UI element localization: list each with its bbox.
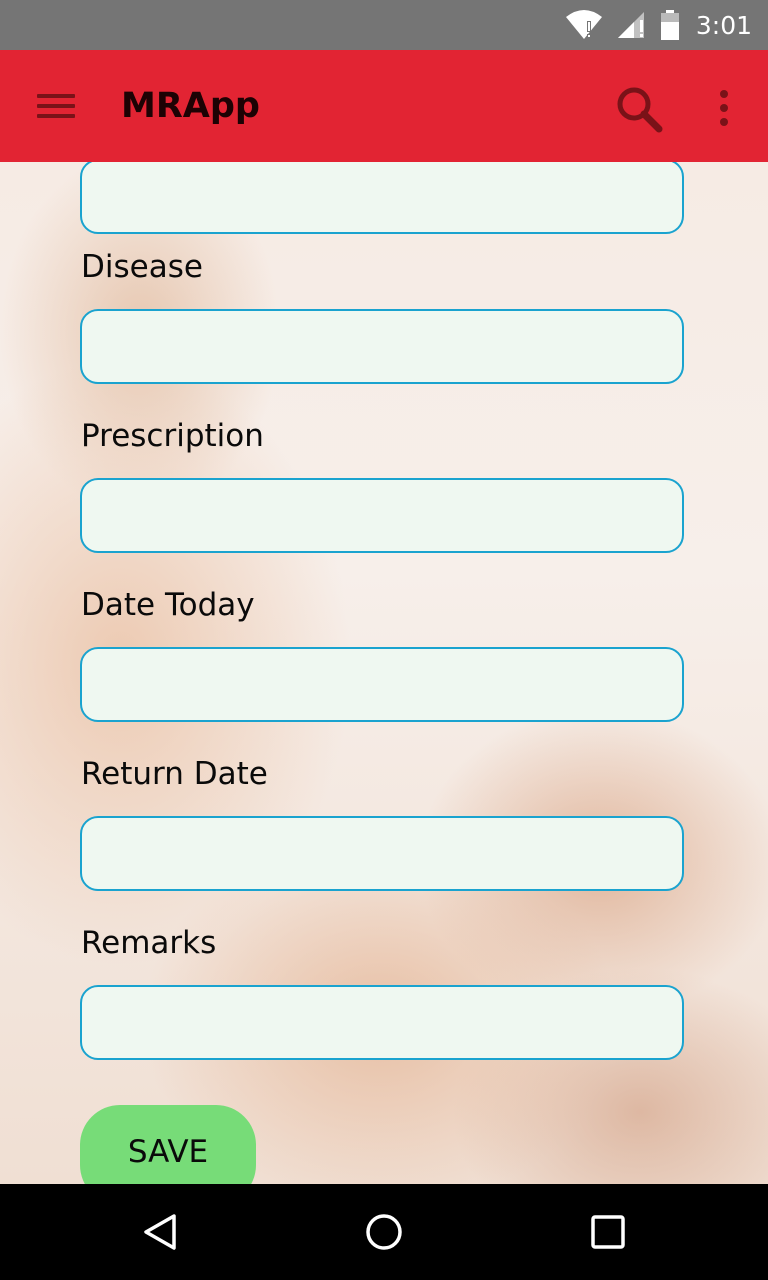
- save-button[interactable]: SAVE: [80, 1105, 256, 1184]
- form-scroll-area[interactable]: Disease Prescription Date Today Return D…: [0, 162, 768, 1184]
- search-icon[interactable]: [614, 84, 664, 134]
- return-date-label: Return Date: [81, 756, 268, 792]
- home-icon[interactable]: [364, 1212, 404, 1252]
- battery-icon: [660, 10, 679, 40]
- disease-label: Disease: [81, 249, 203, 285]
- navigation-bar: [0, 1184, 768, 1280]
- field-input-top[interactable]: [80, 162, 684, 234]
- clock: 3:01: [695, 10, 752, 40]
- remarks-input[interactable]: [80, 985, 684, 1060]
- date-today-label: Date Today: [81, 587, 255, 623]
- app-title: MRApp: [121, 86, 260, 126]
- recents-icon[interactable]: [588, 1212, 628, 1252]
- disease-input[interactable]: [80, 309, 684, 384]
- status-bar: 3:01: [0, 0, 768, 50]
- back-icon[interactable]: [140, 1212, 180, 1252]
- menu-icon[interactable]: [37, 91, 75, 121]
- prescription-label: Prescription: [81, 418, 264, 454]
- more-vert-icon[interactable]: [712, 88, 736, 128]
- app-bar: MRApp: [0, 50, 768, 162]
- date-today-input[interactable]: [80, 647, 684, 722]
- wifi-icon: [565, 10, 602, 39]
- cell-signal-icon: [617, 12, 644, 38]
- status-icons: 3:01: [564, 0, 752, 50]
- prescription-input[interactable]: [80, 478, 684, 553]
- return-date-input[interactable]: [80, 816, 684, 891]
- remarks-label: Remarks: [81, 925, 217, 961]
